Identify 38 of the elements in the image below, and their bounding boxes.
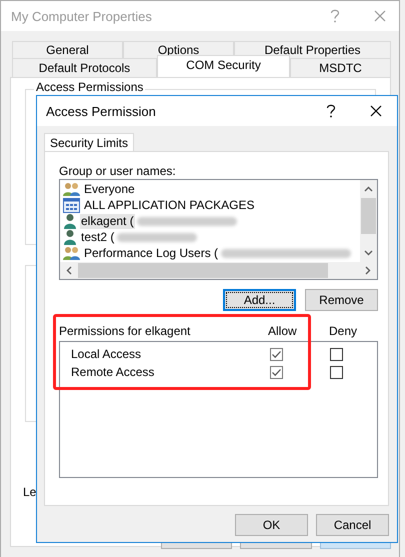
list-label: Group or user names:	[59, 164, 177, 178]
tab[interactable]: Default Properties	[234, 41, 391, 58]
window-title: My Computer Properties	[11, 8, 153, 24]
button[interactable]: Cancel	[316, 514, 389, 536]
button[interactable]: Add...	[223, 289, 296, 311]
user-icon	[63, 229, 77, 245]
help-icon[interactable]	[326, 104, 336, 118]
packages-icon	[63, 198, 80, 212]
list-item[interactable]: ALL APPLICATION PACKAGES	[83, 198, 256, 212]
close-icon[interactable]	[370, 105, 382, 117]
users-icon	[63, 246, 80, 260]
checkbox[interactable]	[330, 348, 343, 360]
dialog-title: Access Permission	[46, 104, 157, 118]
scrollbar[interactable]	[60, 262, 377, 279]
checkbox[interactable]	[330, 366, 343, 378]
tab[interactable]: Security Limits	[44, 133, 134, 152]
tab[interactable]: General	[12, 41, 123, 58]
checkbox[interactable]	[270, 366, 283, 378]
list-item[interactable]: Performance Log Users (	[83, 246, 220, 260]
button[interactable]: Remove	[305, 289, 378, 311]
tab[interactable]: COM Security	[157, 55, 290, 77]
user-icon	[63, 213, 77, 229]
permission-name: Local Access	[71, 347, 142, 361]
group-label: Access Permissions	[34, 80, 146, 94]
checkbox[interactable]	[270, 348, 283, 360]
column-header: Deny	[329, 324, 358, 338]
users-icon	[63, 182, 80, 196]
permission-name: Remote Access	[71, 365, 156, 379]
button[interactable]: OK	[235, 514, 308, 536]
list-item[interactable]: test2 (	[80, 230, 116, 244]
tab[interactable]: MSDTC	[290, 58, 391, 77]
column-header: Allow	[268, 324, 298, 338]
label: Le	[23, 485, 36, 499]
list-item[interactable]: Everyone	[83, 182, 136, 196]
scrollbar[interactable]	[360, 180, 377, 262]
list-item[interactable]: elkagent (	[80, 214, 135, 228]
tab[interactable]: Default Protocols	[12, 58, 157, 77]
column-header: Permissions for elkagent	[59, 324, 192, 338]
